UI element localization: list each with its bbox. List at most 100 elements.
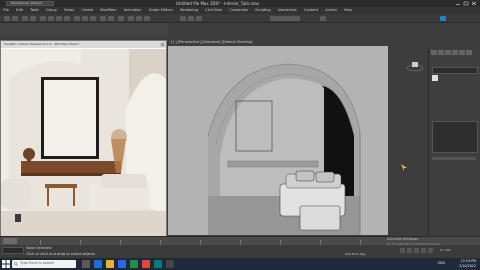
pureref-icon[interactable] bbox=[166, 260, 174, 268]
3ds-max-icon[interactable] bbox=[154, 260, 162, 268]
time-slider[interactable] bbox=[3, 238, 17, 244]
close-icon[interactable] bbox=[471, 1, 477, 6]
undo-icon[interactable] bbox=[4, 16, 10, 21]
snap-icon[interactable] bbox=[74, 16, 80, 21]
go-to-start-icon[interactable] bbox=[400, 248, 405, 253]
menu-item[interactable]: Customize bbox=[229, 8, 247, 12]
taskbar-search-input[interactable]: Type here to search bbox=[12, 260, 76, 268]
close-icon[interactable]: × bbox=[160, 42, 165, 47]
selection-set-dropdown[interactable] bbox=[270, 16, 300, 21]
command-panel-tabs bbox=[431, 50, 479, 57]
scene-render bbox=[168, 46, 428, 235]
rotate-icon[interactable] bbox=[56, 16, 62, 21]
sign-in-icon[interactable] bbox=[440, 16, 446, 21]
search-placeholder: Type here to search bbox=[20, 261, 55, 265]
clock[interactable]: 12:19 PM 2/10/2022 bbox=[459, 259, 476, 268]
workspace-label: Workspaces: Default bbox=[11, 1, 42, 5]
move-icon[interactable] bbox=[48, 16, 54, 21]
schematic-icon[interactable] bbox=[136, 16, 142, 21]
task-view-icon[interactable] bbox=[82, 260, 90, 268]
reference-window-title: PureRef / Interior Reference 2.0 - 3DS M… bbox=[1, 41, 166, 48]
select-icon[interactable] bbox=[40, 16, 46, 21]
render-icon[interactable] bbox=[196, 16, 202, 21]
mail-icon[interactable] bbox=[118, 260, 126, 268]
windows-start-icon[interactable] bbox=[2, 260, 10, 268]
clock-time: 12:19 PM bbox=[460, 259, 476, 263]
status-bar: None Selected Click or click-and-drag to… bbox=[0, 245, 480, 258]
link-icon[interactable] bbox=[22, 16, 28, 21]
render-frame-icon[interactable] bbox=[188, 16, 194, 21]
chrome-icon[interactable] bbox=[142, 260, 150, 268]
maximize-icon[interactable] bbox=[463, 1, 469, 6]
maxscript-listener-field[interactable] bbox=[2, 247, 24, 254]
menu-item[interactable]: Civil View bbox=[205, 8, 222, 12]
frame-counter[interactable]: 0 / 100 bbox=[440, 248, 451, 252]
command-panel bbox=[428, 46, 480, 235]
material-editor-icon[interactable] bbox=[144, 16, 150, 21]
menu-item[interactable]: Content bbox=[304, 8, 318, 12]
object-color-swatch[interactable] bbox=[432, 75, 438, 81]
scale-icon[interactable] bbox=[64, 16, 70, 21]
next-frame-icon[interactable] bbox=[421, 248, 426, 253]
menu-item[interactable]: Group bbox=[46, 8, 57, 12]
menu-item[interactable]: Views bbox=[64, 8, 74, 12]
selection-status: None Selected bbox=[26, 246, 52, 250]
viewport-perspective[interactable] bbox=[168, 46, 428, 235]
add-time-tag-button[interactable]: Add Time Tag bbox=[345, 252, 365, 256]
ribbon bbox=[0, 23, 168, 35]
search-icon bbox=[14, 262, 18, 266]
curve-editor-icon[interactable] bbox=[128, 16, 134, 21]
redo-icon[interactable] bbox=[12, 16, 18, 21]
modifier-stack[interactable] bbox=[432, 121, 478, 153]
render-setup-icon[interactable] bbox=[180, 16, 186, 21]
language-indicator[interactable]: ENG bbox=[438, 261, 445, 265]
menu-item[interactable]: Modifiers bbox=[100, 8, 116, 12]
activate-windows-watermark: Activate Windows bbox=[387, 237, 419, 241]
menu-item[interactable]: Animation bbox=[124, 8, 142, 12]
utilities-tab-icon[interactable] bbox=[466, 50, 472, 55]
menu-item[interactable]: Help bbox=[344, 8, 352, 12]
object-name-field[interactable] bbox=[432, 67, 478, 74]
create-tab-icon[interactable] bbox=[431, 50, 437, 55]
mirror-icon[interactable] bbox=[100, 16, 106, 21]
hierarchy-tab-icon[interactable] bbox=[445, 50, 451, 55]
clock-date: 2/10/2022 bbox=[459, 263, 476, 268]
file-explorer-icon[interactable] bbox=[106, 260, 114, 268]
menu-item[interactable]: Create bbox=[81, 8, 93, 12]
menu-item[interactable]: Edit bbox=[16, 8, 23, 12]
menu-item[interactable]: Graph Editors bbox=[149, 8, 173, 12]
previous-frame-icon[interactable] bbox=[407, 248, 412, 253]
play-icon[interactable] bbox=[414, 248, 419, 253]
align-icon[interactable] bbox=[108, 16, 114, 21]
menu-item[interactable]: Rendering bbox=[180, 8, 198, 12]
render-production-icon[interactable] bbox=[320, 16, 326, 21]
reference-photo bbox=[1, 49, 166, 236]
modifier-toolbar[interactable] bbox=[432, 157, 476, 160]
angle-snap-icon[interactable] bbox=[82, 16, 88, 21]
motion-tab-icon[interactable] bbox=[452, 50, 458, 55]
edge-browser-icon[interactable] bbox=[94, 260, 102, 268]
modify-tab-icon[interactable] bbox=[438, 50, 444, 55]
workspace-dropdown[interactable]: Workspaces: Default bbox=[6, 1, 54, 6]
unlink-icon[interactable] bbox=[30, 16, 36, 21]
menu-item[interactable]: File bbox=[3, 8, 9, 12]
main-toolbar bbox=[0, 14, 480, 23]
window-title: Untitled file Max 3DS* - Interior_Tuto.m… bbox=[176, 1, 260, 6]
reference-window[interactable]: PureRef / Interior Reference 2.0 - 3DS M… bbox=[0, 40, 167, 236]
menu-item[interactable]: Tools bbox=[30, 8, 39, 12]
mouse-cursor-icon bbox=[401, 164, 407, 171]
prompt-text: Click or click-and-drag to select object… bbox=[26, 252, 95, 256]
layer-icon[interactable] bbox=[118, 16, 124, 21]
store-icon[interactable] bbox=[130, 260, 138, 268]
viewcube-icon[interactable] bbox=[406, 60, 424, 72]
menu-item[interactable]: Scripting bbox=[255, 8, 271, 12]
menu-bar: File Edit Tools Group Views Create Modif… bbox=[0, 7, 480, 14]
minimize-icon[interactable] bbox=[455, 1, 461, 6]
menu-item[interactable]: Arnold bbox=[325, 8, 336, 12]
menu-item[interactable]: Interactive bbox=[278, 8, 297, 12]
percent-snap-icon[interactable] bbox=[90, 16, 96, 21]
display-tab-icon[interactable] bbox=[459, 50, 465, 55]
viewport-label[interactable]: [+] [Perspective] [Standard] [Default Sh… bbox=[171, 40, 253, 44]
go-to-end-icon[interactable] bbox=[428, 248, 433, 253]
title-bar: Workspaces: Default Untitled file Max 3D… bbox=[0, 0, 480, 7]
